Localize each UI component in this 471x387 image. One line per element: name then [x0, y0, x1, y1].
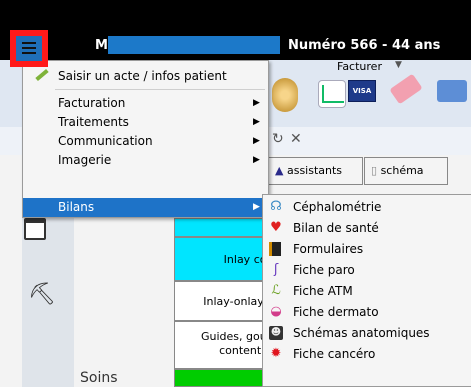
cell-label: Guides, gout [200, 330, 271, 343]
submenu-item-label: Formulaires [293, 242, 364, 256]
facturer-label[interactable]: Facturer [337, 60, 382, 73]
title-selection-highlight [108, 36, 280, 54]
grid-cell-green[interactable] [174, 369, 276, 387]
soins-label: Soins [80, 370, 118, 386]
disc-icon[interactable] [272, 78, 298, 112]
menu-item-imagerie[interactable]: Imagerie ▶ [23, 151, 268, 169]
grid-cell-cyan-top[interactable] [174, 218, 276, 237]
submenu-item-label: Fiche ATM [293, 284, 353, 298]
lips-icon: ◒ [270, 304, 282, 319]
submenu-item-fiche-dermato[interactable]: ◒ Fiche dermato [263, 302, 471, 323]
cell-label: Inlay-onlay / [203, 295, 271, 308]
menu-item-communication[interactable]: Communication ▶ [23, 132, 268, 150]
menu-item-bilans[interactable]: Bilans ▶ [23, 198, 268, 217]
submenu-item-label: Fiche paro [293, 263, 355, 277]
tooth-icon: ☊ [270, 199, 282, 214]
tab-assistants-label: assistants [286, 164, 343, 177]
submenu-item-fiche-cancero[interactable]: ✹ Fiche cancéro [263, 344, 471, 365]
menu-separator [55, 89, 265, 90]
visa-card-icon[interactable]: VISA [348, 80, 376, 102]
submenu-item-label: Céphalométrie [293, 200, 382, 214]
heart-icon: ♥ [270, 220, 282, 235]
bilans-submenu: ☊ Céphalométrie ♥ Bilan de santé Formula… [262, 194, 471, 387]
tab-strip: ▲ assistants ▯ schéma [268, 157, 453, 185]
tab-schema-label: schéma [380, 164, 424, 177]
window-title-left: M [95, 38, 108, 53]
tab-schema[interactable]: ▯ schéma [364, 157, 448, 185]
submenu-item-fiche-atm[interactable]: ℒ Fiche ATM [263, 281, 471, 302]
wizard-hat-icon: ▲ [275, 164, 284, 177]
submenu-item-label: Bilan de santé [293, 221, 379, 235]
refresh-icon[interactable]: ↻ [272, 131, 284, 147]
app-main-menu: Saisir un acte / infos patient Facturati… [22, 60, 269, 218]
hamburger-menu-button[interactable] [10, 30, 48, 67]
paro-icon: ʃ [273, 262, 279, 277]
menu-item-saisir-acte[interactable]: Saisir un acte / infos patient [23, 67, 268, 85]
submenu-arrow-icon: ▶ [253, 136, 260, 146]
menu-item-label: Bilans [58, 200, 95, 214]
menu-item-label: Imagerie [58, 153, 112, 167]
submenu-item-formulaires[interactable]: Formulaires [263, 239, 471, 260]
submenu-item-schemas-anatomiques[interactable]: ☻ Schémas anatomiques [263, 323, 471, 344]
form-icon [269, 242, 281, 256]
calendar-icon[interactable] [24, 218, 46, 240]
submenu-item-label: Fiche dermato [293, 305, 379, 319]
window-title-patient: Numéro 566 - 44 ans [288, 38, 441, 53]
submenu-arrow-icon: ▶ [253, 98, 260, 108]
tools-icon[interactable]: ✕ [290, 131, 302, 147]
submenu-item-cephalometrie[interactable]: ☊ Céphalométrie [263, 197, 471, 218]
submenu-item-fiche-paro[interactable]: ʃ Fiche paro [263, 260, 471, 281]
submenu-item-label: Fiche cancéro [293, 347, 376, 361]
menu-item-label: Traitements [58, 115, 129, 129]
grid-cell-inlay-cor[interactable]: Inlay cor [174, 237, 276, 281]
submenu-arrow-icon: ▶ [253, 155, 260, 165]
menu-item-label: Facturation [58, 96, 126, 110]
tab-assistants[interactable]: ▲ assistants [268, 157, 363, 185]
eraser-icon-secondary[interactable] [437, 80, 467, 102]
pencil-icon [35, 68, 49, 82]
submenu-item-bilan-sante[interactable]: ♥ Bilan de santé [263, 218, 471, 239]
worker-icon[interactable]: ⛏ [28, 282, 56, 307]
facturer-dropdown-caret[interactable]: ▼ [395, 60, 402, 70]
virus-icon: ✹ [270, 346, 282, 361]
menu-item-facturation[interactable]: Facturation ▶ [23, 94, 268, 112]
menu-item-label: Saisir un acte / infos patient [58, 69, 227, 83]
grid-cell-guides[interactable]: Guides, gout contentio [174, 321, 276, 369]
menu-item-traitements[interactable]: Traitements ▶ [23, 113, 268, 131]
menu-item-label: Communication [58, 134, 153, 148]
jaw-icon: ℒ [271, 283, 281, 298]
chart-icon[interactable] [318, 80, 346, 108]
tooth-outline-icon: ▯ [371, 164, 378, 177]
skull-icon: ☻ [269, 326, 283, 340]
grid-cell-inlay-onlay[interactable]: Inlay-onlay / [174, 281, 276, 321]
submenu-item-label: Schémas anatomiques [293, 326, 430, 340]
submenu-arrow-icon: ▶ [253, 202, 260, 212]
submenu-arrow-icon: ▶ [253, 117, 260, 127]
